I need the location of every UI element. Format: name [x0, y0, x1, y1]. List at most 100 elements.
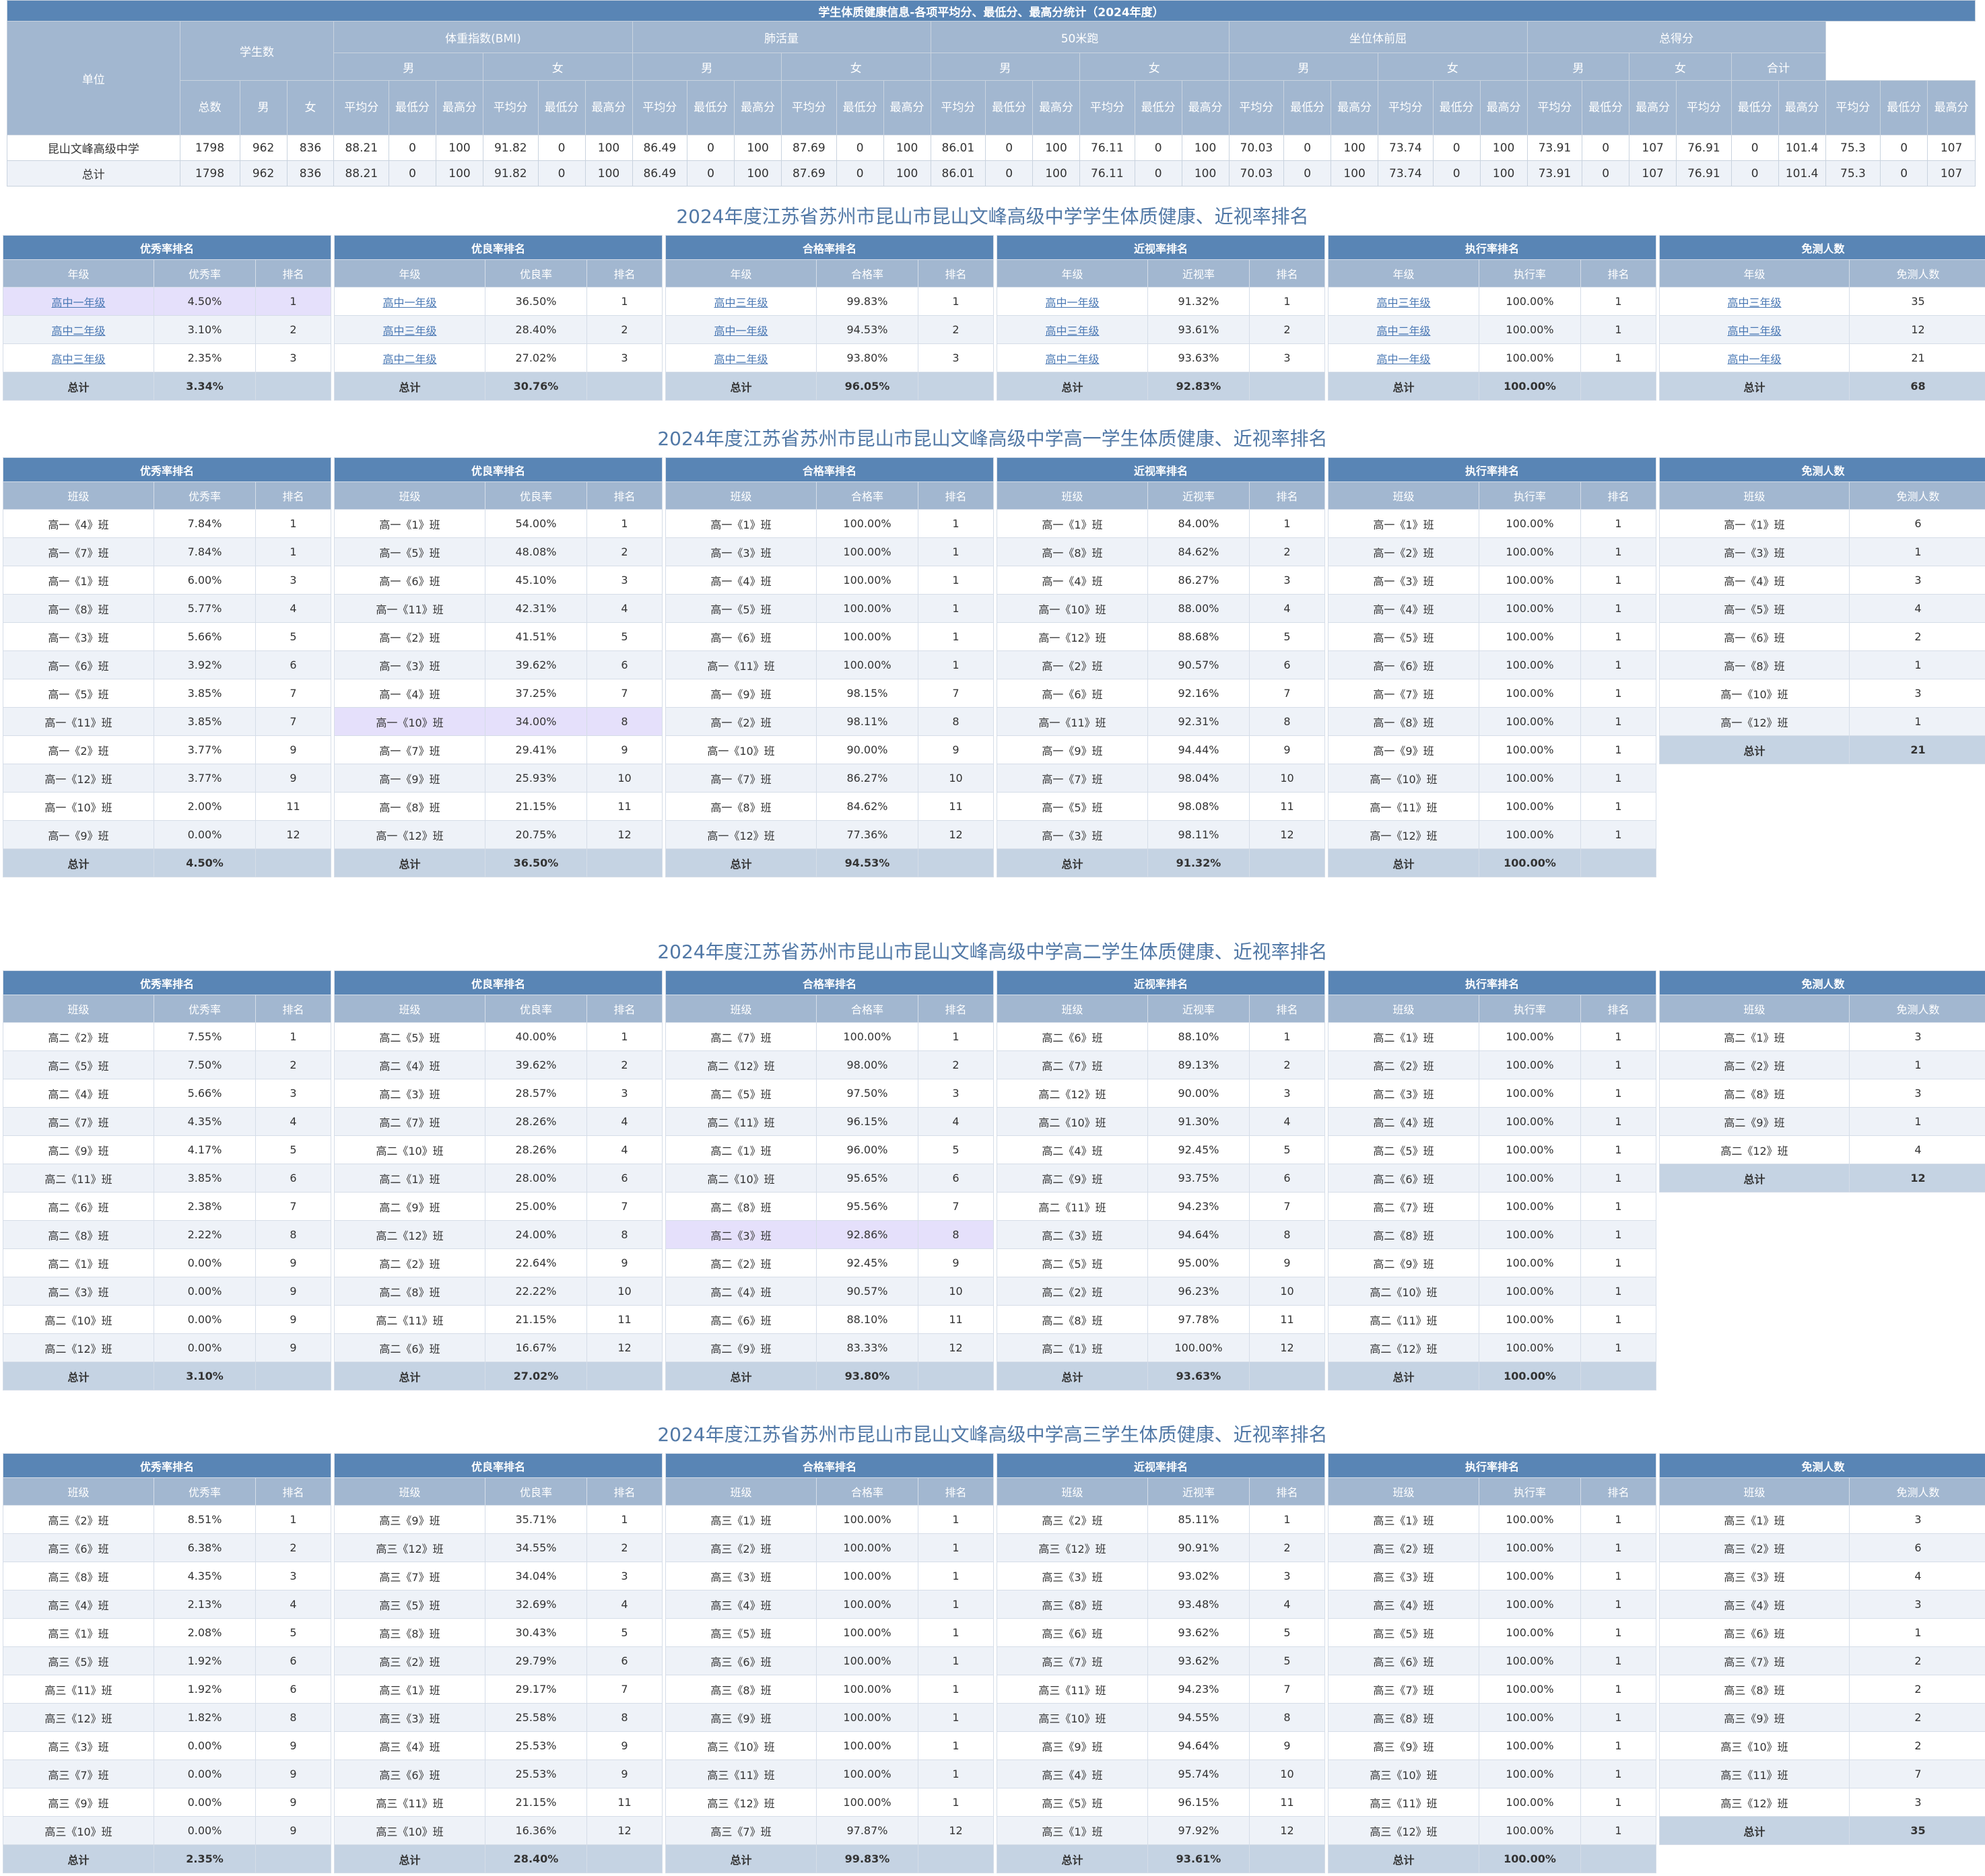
- grade-link[interactable]: 高中三年级: [1727, 296, 1781, 309]
- grade-link[interactable]: 高中一年级: [1727, 353, 1781, 366]
- value-cell: 9: [1248, 1731, 1326, 1760]
- min-header: 最低分: [389, 80, 437, 135]
- row-label-cell: 高一《3》班: [997, 820, 1148, 849]
- value-cell: 4: [1848, 1562, 1985, 1590]
- value-cell: 100.00%: [1479, 1079, 1581, 1108]
- table-row: 高二《10》班 91.30% 4: [997, 1107, 1326, 1136]
- column-header: 年级: [1659, 259, 1850, 288]
- row-label-cell: 高二《12》班: [334, 1220, 485, 1249]
- value-cell: 35: [1848, 287, 1985, 316]
- value-cell: 25.53%: [485, 1731, 587, 1760]
- value-cell: 5: [1248, 622, 1326, 651]
- row-label-cell: 高三《9》班: [334, 1505, 485, 1534]
- grade-link[interactable]: 高中一年级: [714, 325, 768, 337]
- grade-link[interactable]: 高中三年级: [714, 296, 768, 309]
- avg-header: 平均分: [1228, 80, 1285, 135]
- value-cell: 10: [586, 1277, 663, 1306]
- column-header: 优良率: [485, 259, 587, 288]
- row-label-cell: 高二《8》班: [1328, 1220, 1479, 1249]
- female-header: 女: [1629, 53, 1732, 81]
- value-cell: 6.38%: [154, 1533, 256, 1562]
- row-label-cell: 高二《2》班: [665, 1248, 817, 1277]
- grade-link[interactable]: 高中二年级: [1376, 325, 1430, 337]
- table-row: 高二《7》班 4.35% 4: [3, 1107, 332, 1136]
- value-cell: 1: [1848, 537, 1985, 566]
- value-cell: 107: [1629, 160, 1677, 187]
- grade-link[interactable]: 高中一年级: [51, 296, 105, 309]
- column-header: 免测人数: [1848, 995, 1985, 1023]
- value-cell: 5: [1248, 1646, 1326, 1675]
- table-row: 高二《10》班 28.26% 4: [334, 1135, 663, 1164]
- value-cell: 48.08%: [485, 537, 587, 566]
- grade-link[interactable]: 高中三年级: [51, 353, 105, 366]
- table-row: 高二《11》班 21.15% 11: [334, 1305, 663, 1334]
- grade-link[interactable]: 高中一年级: [1376, 353, 1430, 366]
- grade-link[interactable]: 高中一年级: [382, 296, 436, 309]
- row-label-cell: 高一《4》班: [665, 566, 817, 595]
- value-cell: 5: [255, 1135, 332, 1164]
- ranking-table: 优秀率排名 班级 优秀率 排名 高三《2》班 8.51% 1 高三《6》班 6.38% 2 高三《8…: [2, 1453, 332, 1873]
- table-row: 高中一年级 94.53% 2: [665, 315, 995, 344]
- table-row: 高二《9》班 25.00% 7: [334, 1192, 663, 1221]
- value-cell: 86.01: [930, 160, 986, 187]
- value-cell: 0.00%: [154, 820, 256, 849]
- value-cell: 2: [255, 315, 332, 344]
- row-label-cell: 高二《8》班: [3, 1220, 154, 1249]
- value-cell: 11: [586, 1788, 663, 1817]
- ranking-table: 近视率排名 年级 近视率 排名 高中一年级 91.32% 1 高中三年级 93.61% 2 高中二年…: [996, 235, 1326, 401]
- row-label-cell: 高三《1》班: [334, 1675, 485, 1704]
- row-label-cell: 高中一年级: [3, 287, 154, 316]
- table-row: 高二《4》班 100.00% 1: [1328, 1107, 1657, 1136]
- grade-link[interactable]: 高中三年级: [1045, 325, 1099, 337]
- value-cell: 90.00%: [1147, 1079, 1250, 1108]
- value-cell: 7: [586, 1192, 663, 1221]
- grade-link[interactable]: 高中三年级: [1376, 296, 1430, 309]
- row-label-cell: 高一《10》班: [334, 707, 485, 736]
- grade-link[interactable]: 高中二年级: [382, 353, 436, 366]
- value-cell: 100.00%: [816, 1590, 918, 1619]
- summary-row: 昆山文峰高级中学 1798 962 836 88.21 0 100 91.82 0 100 86.4…: [7, 135, 1976, 161]
- value-cell: 7: [1248, 1675, 1326, 1704]
- row-label-cell: 高二《7》班: [997, 1050, 1148, 1079]
- value-cell: 76.91: [1676, 160, 1732, 187]
- table-row: 高三《6》班 6.38% 2: [3, 1533, 332, 1562]
- column-header: 优良率: [485, 1477, 587, 1506]
- grade-link[interactable]: 高中二年级: [714, 353, 768, 366]
- row-label-cell: 高二《2》班: [1659, 1050, 1850, 1079]
- table-row: 高一《12》班 1: [1659, 707, 1985, 736]
- value-cell: 100.00%: [816, 1675, 918, 1704]
- column-header: 排名: [1248, 1477, 1326, 1506]
- row-label-cell: 高二《4》班: [1328, 1107, 1479, 1136]
- value-cell: 93.62%: [1147, 1618, 1250, 1647]
- value-cell: 99.83%: [816, 287, 918, 316]
- row-label-cell: 高三《2》班: [334, 1646, 485, 1675]
- female-header: 女: [1378, 53, 1528, 81]
- column-header: 免测人数: [1848, 481, 1985, 510]
- grade-link[interactable]: 高中二年级: [51, 325, 105, 337]
- total-row: 总计 36.50%: [334, 848, 663, 877]
- grade-link[interactable]: 高中二年级: [1727, 325, 1781, 337]
- value-cell: 12: [1248, 820, 1326, 849]
- value-cell: 3.85%: [154, 1164, 256, 1193]
- row-label-cell: 高二《4》班: [997, 1135, 1148, 1164]
- row-label-cell: 高二《2》班: [997, 1277, 1148, 1306]
- value-cell: 1: [1580, 1220, 1657, 1249]
- value-cell: 0: [1283, 160, 1332, 187]
- grade-link[interactable]: 高中一年级: [1045, 296, 1099, 309]
- value-cell: 4: [1248, 1107, 1326, 1136]
- value-cell: 1: [1580, 764, 1657, 793]
- total-label-cell: 总计: [334, 1844, 485, 1873]
- grade-link[interactable]: 高中二年级: [1045, 353, 1099, 366]
- row-label-cell: 高三《1》班: [1659, 1505, 1850, 1534]
- table-row: 高三《1》班 97.92% 12: [997, 1816, 1326, 1845]
- total-value-cell: [255, 1844, 332, 1873]
- row-label-cell: 高一《4》班: [997, 566, 1148, 595]
- table-row: 高二《3》班 92.86% 8: [665, 1220, 995, 1249]
- table-row: 高三《4》班 3: [1659, 1590, 1985, 1619]
- value-cell: 100: [436, 135, 483, 161]
- table-row: 高一《6》班 3.92% 6: [3, 650, 332, 679]
- grade-link[interactable]: 高中三年级: [382, 325, 436, 337]
- table-row: 高三《9》班 2: [1659, 1703, 1985, 1732]
- min-header: 最低分: [985, 80, 1034, 135]
- value-cell: 1: [1580, 566, 1657, 595]
